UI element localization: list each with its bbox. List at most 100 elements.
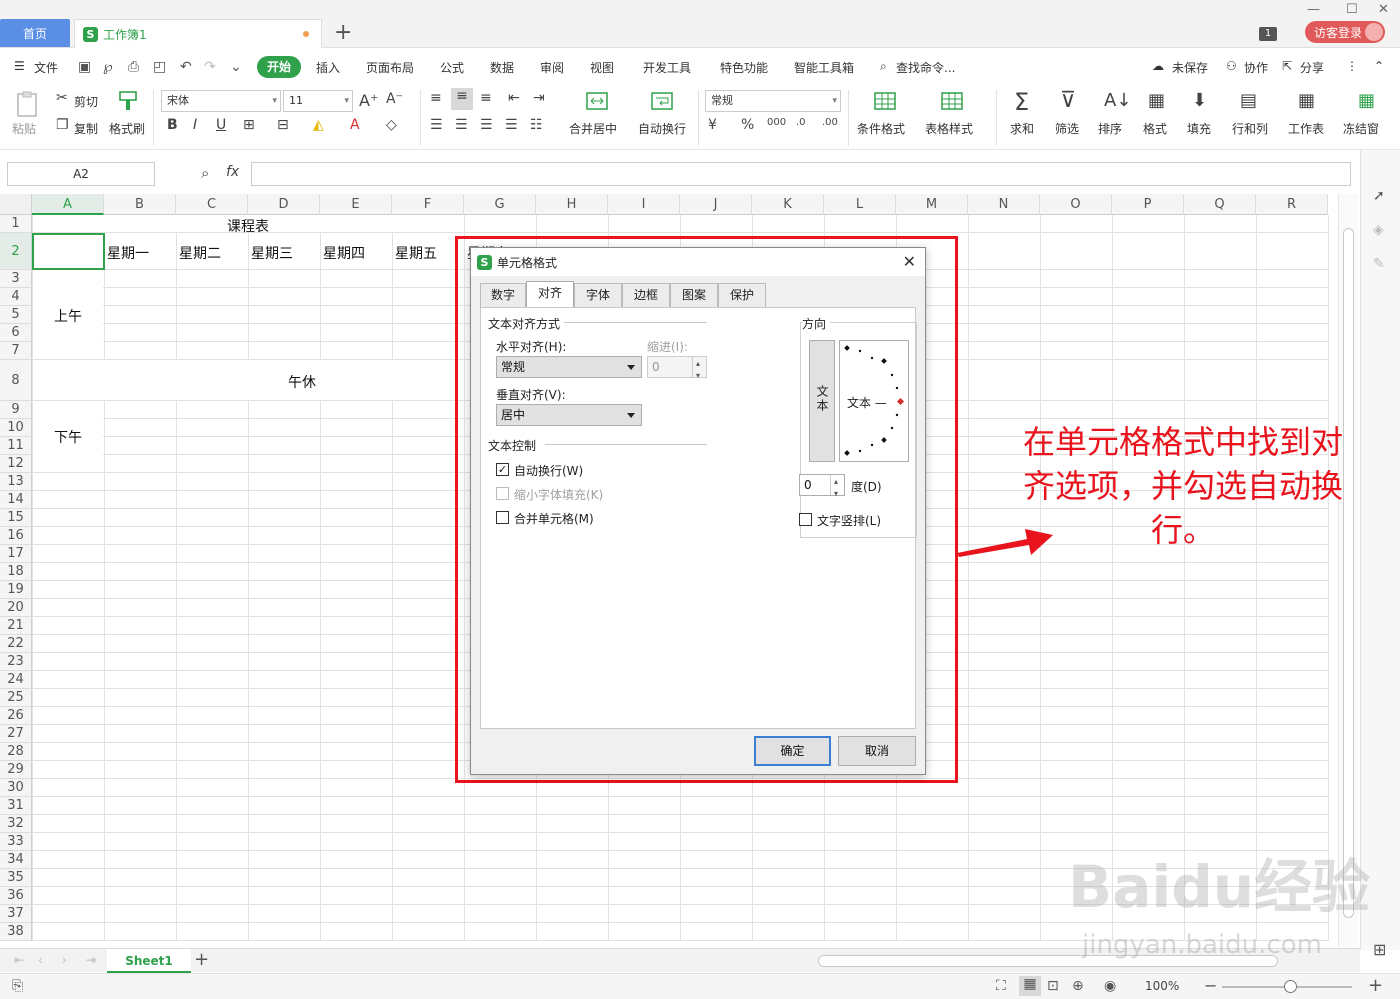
menu-view[interactable]: 视图 — [590, 59, 614, 76]
paste-icon[interactable] — [14, 90, 42, 118]
print-icon[interactable]: ⎙ — [128, 59, 139, 75]
align-middle-icon[interactable]: ≡ — [451, 88, 473, 110]
sum-icon[interactable]: Σ — [1014, 88, 1029, 116]
row-header[interactable]: 38 — [0, 923, 32, 941]
unsaved-status[interactable]: 未保存 — [1172, 59, 1208, 76]
fill-button[interactable]: 填充 — [1187, 120, 1211, 137]
indent-spinner[interactable]: 0 — [647, 354, 707, 386]
auto-wrap-icon[interactable] — [650, 90, 674, 112]
auto-wrap-button[interactable]: 自动换行 — [638, 120, 686, 137]
format-button[interactable]: 格式 — [1143, 120, 1167, 137]
degree-spinner[interactable]: 0 — [799, 472, 845, 504]
percent-icon[interactable]: % — [741, 117, 754, 133]
row-header[interactable]: 18 — [0, 563, 32, 581]
menu-start[interactable]: 开始 — [257, 56, 301, 78]
tab-pattern[interactable]: 图案 — [670, 283, 718, 307]
column-header[interactable]: C — [176, 194, 248, 215]
table-style-button[interactable]: 表格样式 — [925, 120, 973, 137]
column-header[interactable]: A — [32, 194, 104, 215]
tab-workbook[interactable]: S 工作簿1 — [74, 19, 322, 48]
shape-icon[interactable]: ◈ — [1373, 222, 1384, 238]
worksheet-icon[interactable]: ▦ — [1298, 90, 1315, 111]
paste-label[interactable]: 粘贴 — [12, 120, 36, 137]
pointer-icon[interactable]: ➚ — [1373, 188, 1385, 204]
row-header[interactable]: 29 — [0, 761, 32, 779]
column-header[interactable]: O — [1040, 194, 1112, 215]
zoom-out-icon[interactable]: − — [1204, 976, 1217, 995]
text-vertical-checkbox[interactable] — [799, 513, 812, 526]
customize-chevron-icon[interactable]: ⌄ — [230, 59, 242, 75]
page-layout-view-icon[interactable]: ⊕ — [1072, 978, 1084, 994]
eye-protection-icon[interactable]: ◉ — [1104, 978, 1116, 994]
row-header[interactable]: 12 — [0, 455, 32, 473]
orientation-dial[interactable]: 文本 — — [839, 340, 909, 462]
vertical-text-button[interactable]: 文本 — [809, 340, 835, 462]
menu-page-layout[interactable]: 页面布局 — [366, 59, 414, 76]
row-header[interactable]: 25 — [0, 689, 32, 707]
row-header[interactable]: 33 — [0, 833, 32, 851]
search-icon[interactable]: ⌕ — [880, 59, 887, 74]
last-sheet-icon[interactable]: ⇥ — [86, 953, 96, 967]
zoom-search-icon[interactable]: ⌕ — [201, 164, 209, 182]
cell-style-icon[interactable]: ⊟ — [277, 117, 289, 133]
align-top-icon[interactable]: ≡ — [430, 90, 442, 106]
menu-data[interactable]: 数据 — [490, 59, 514, 76]
row-header[interactable]: 31 — [0, 797, 32, 815]
tab-alignment[interactable]: 对齐 — [526, 281, 574, 307]
tab-protection[interactable]: 保护 — [718, 283, 766, 307]
row-col-button[interactable]: 行和列 — [1232, 120, 1268, 137]
font-shrink-icon[interactable]: A⁻ — [386, 91, 403, 107]
freeze-icon[interactable]: ▦ — [1358, 90, 1375, 111]
fill-icon[interactable]: ⬇ — [1192, 90, 1207, 111]
print-preview-icon[interactable]: ◰ — [153, 59, 166, 75]
align-right-icon[interactable]: ☰ — [480, 117, 493, 133]
text-vertical-label[interactable]: 文字竖排(L) — [817, 512, 881, 529]
italic-icon[interactable]: I — [193, 117, 197, 133]
filter-icon[interactable]: ⊽ — [1060, 88, 1076, 113]
column-header[interactable]: H — [536, 194, 608, 215]
fill-color-icon[interactable]: ◭ — [313, 117, 324, 133]
row-header[interactable]: 22 — [0, 635, 32, 653]
new-tab-button[interactable]: + — [334, 20, 352, 46]
column-header[interactable]: G — [464, 194, 536, 215]
row-header[interactable]: 5 — [0, 306, 32, 324]
font-name-select[interactable]: 宋体 — [161, 90, 281, 112]
menu-special[interactable]: 特色功能 — [720, 59, 768, 76]
row-header[interactable]: 14 — [0, 491, 32, 509]
sheet-tab-sheet1[interactable]: Sheet1 — [107, 949, 191, 973]
name-box[interactable]: A2 — [7, 162, 155, 186]
cut-button[interactable]: 剪切 — [74, 93, 98, 110]
row-col-icon[interactable]: ▤ — [1240, 90, 1257, 111]
auto-wrap-label[interactable]: 自动换行(W) — [514, 462, 583, 479]
merge-cells-checkbox[interactable] — [496, 511, 509, 524]
merge-center-button[interactable]: 合并居中 — [569, 120, 617, 137]
row-header[interactable]: 17 — [0, 545, 32, 563]
prev-sheet-icon[interactable]: ‹ — [38, 953, 43, 967]
row-header[interactable]: 3 — [0, 270, 32, 288]
row-header[interactable]: 20 — [0, 599, 32, 617]
decrease-decimal-icon[interactable]: .00 — [822, 117, 838, 128]
conditional-format-button[interactable]: 条件格式 — [857, 120, 905, 137]
column-header[interactable]: R — [1256, 194, 1328, 215]
row-header[interactable]: 35 — [0, 869, 32, 887]
add-sheet-button[interactable]: + — [194, 949, 209, 970]
filter-button[interactable]: 筛选 — [1055, 120, 1079, 137]
column-header[interactable]: D — [248, 194, 320, 215]
row-header[interactable]: 23 — [0, 653, 32, 671]
freeze-button[interactable]: 冻结窗 — [1343, 120, 1379, 137]
underline-icon[interactable]: U — [216, 117, 226, 133]
column-header[interactable]: E — [320, 194, 392, 215]
first-sheet-icon[interactable]: ⇤ — [14, 953, 24, 967]
share-button[interactable]: 分享 — [1300, 59, 1324, 76]
zoom-level[interactable]: 100% — [1145, 979, 1179, 993]
font-color-icon[interactable]: A — [350, 117, 360, 133]
minimize-icon[interactable]: — — [1307, 2, 1320, 17]
spinner-arrows-icon[interactable] — [692, 354, 706, 386]
column-header[interactable]: J — [680, 194, 752, 215]
format-icon[interactable]: ▦ — [1148, 90, 1165, 111]
save-icon[interactable]: ▣ — [78, 59, 91, 75]
align-left-icon[interactable]: ☰ — [430, 117, 443, 133]
row-header[interactable]: 32 — [0, 815, 32, 833]
normal-view-icon[interactable]: ▦ — [1019, 976, 1041, 996]
edit-icon[interactable]: ✎ — [1373, 256, 1385, 272]
